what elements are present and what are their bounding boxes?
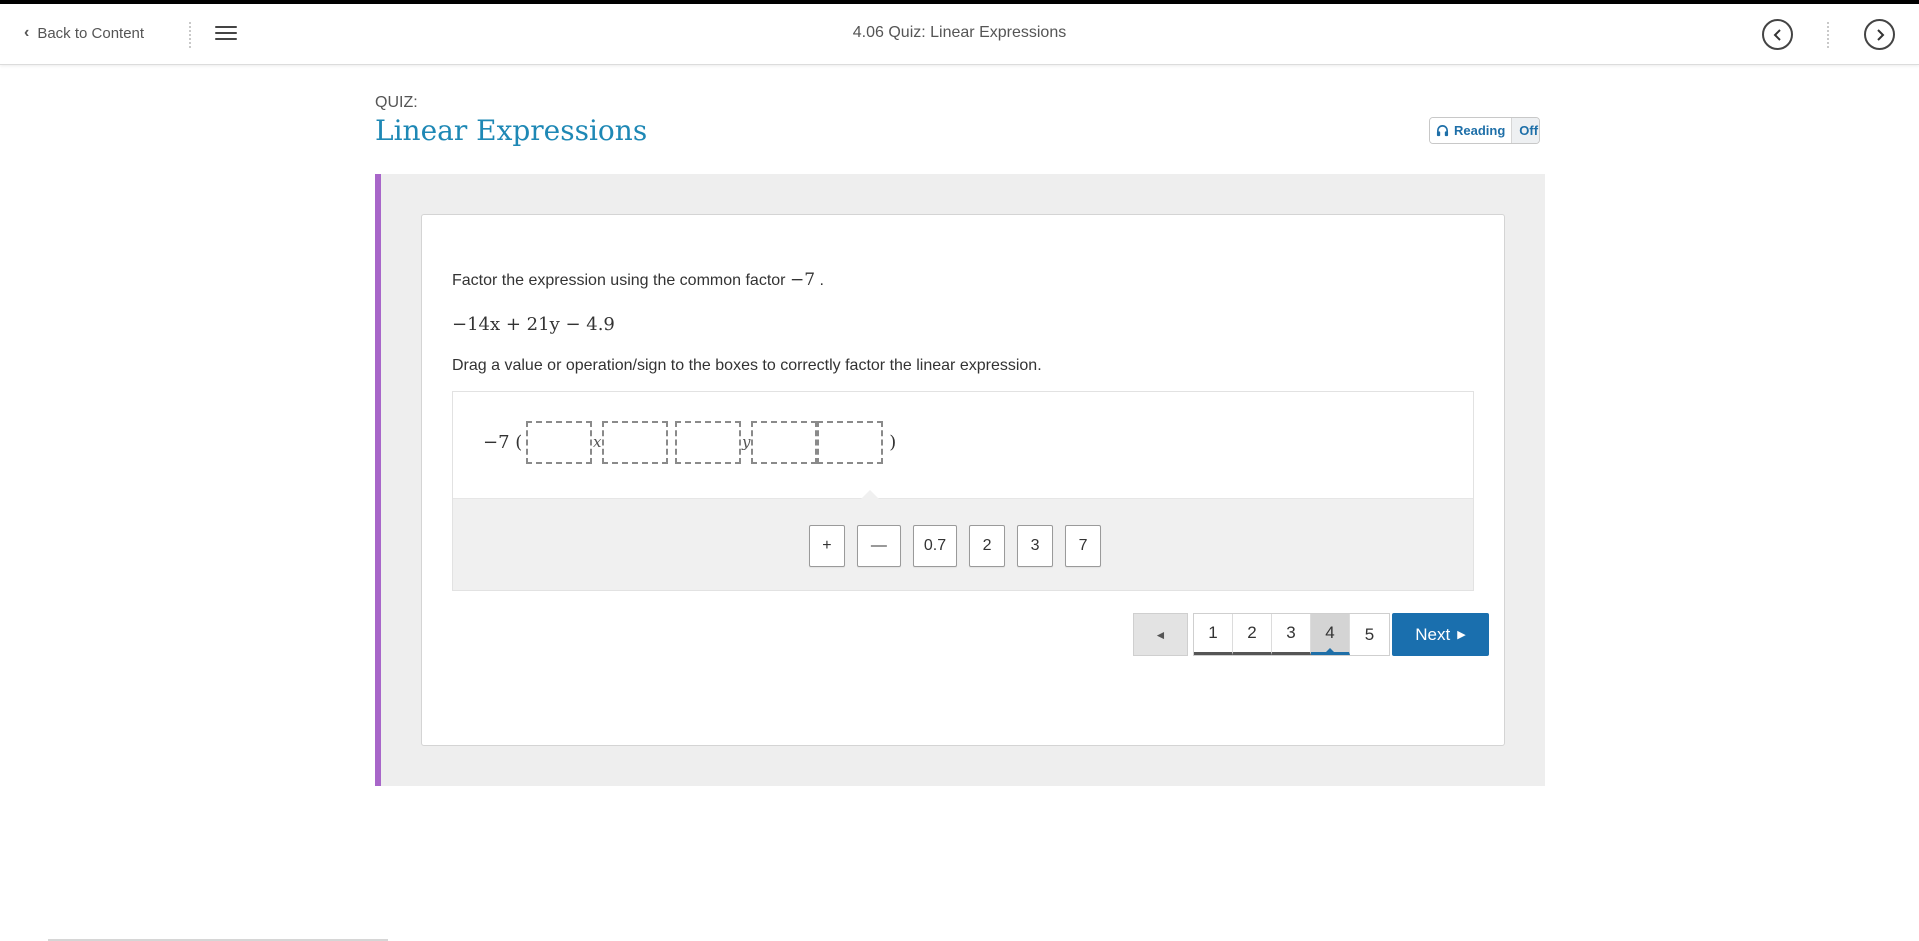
chevron-right-icon bbox=[1876, 28, 1884, 41]
quiz-label: QUIZ: bbox=[375, 94, 418, 111]
question-pagination: 1 2 3 4 5 bbox=[1193, 613, 1390, 656]
page-2-button[interactable]: 2 bbox=[1233, 614, 1272, 655]
page-5-button[interactable]: 5 bbox=[1350, 614, 1389, 655]
chevron-left-icon: ‹ bbox=[24, 24, 30, 41]
previous-question-button[interactable]: ◄ bbox=[1133, 613, 1188, 656]
drop-box-3[interactable] bbox=[675, 420, 742, 464]
tile-plus[interactable]: + bbox=[808, 525, 845, 567]
variable-x: x bbox=[593, 433, 602, 451]
divider bbox=[189, 22, 191, 48]
tile-0-7[interactable]: 0.7 bbox=[912, 525, 958, 567]
question-prompt: Factor the expression using the common f… bbox=[452, 270, 824, 290]
next-question-button[interactable]: Next ▶ bbox=[1392, 613, 1489, 656]
page-3-button[interactable]: 3 bbox=[1272, 614, 1311, 655]
prompt-end: . bbox=[819, 272, 824, 289]
back-to-content-link[interactable]: ‹ Back to Content bbox=[24, 24, 144, 42]
next-label: Next bbox=[1415, 624, 1451, 644]
answer-expression: −7 ( x y ) bbox=[483, 420, 896, 464]
drop-box-5[interactable] bbox=[817, 420, 884, 464]
prompt-text: Factor the expression using the common f… bbox=[452, 272, 786, 289]
tile-2[interactable]: 2 bbox=[969, 525, 1006, 567]
drop-box-1[interactable] bbox=[526, 420, 593, 464]
play-icon: ▶ bbox=[1457, 629, 1466, 641]
tile-bank: + — 0.7 2 3 7 bbox=[453, 490, 1473, 590]
reading-toggle[interactable]: Reading Off bbox=[1429, 117, 1540, 144]
reading-label-wrap: Reading bbox=[1430, 118, 1512, 143]
answer-suffix: ) bbox=[889, 431, 897, 453]
reading-state: Off bbox=[1511, 118, 1539, 143]
tile-list: + — 0.7 2 3 7 bbox=[453, 525, 1473, 567]
tile-7[interactable]: 7 bbox=[1065, 525, 1102, 567]
tile-3[interactable]: 3 bbox=[1017, 525, 1054, 567]
headphones-icon bbox=[1436, 125, 1449, 137]
menu-icon[interactable] bbox=[215, 26, 237, 44]
quiz-title: Linear Expressions bbox=[375, 114, 648, 147]
page-title: 4.06 Quiz: Linear Expressions bbox=[852, 24, 1067, 41]
page-4-button[interactable]: 4 bbox=[1311, 614, 1350, 655]
reading-label: Reading bbox=[1454, 123, 1506, 138]
answer-area: −7 ( x y ) bbox=[453, 392, 1473, 498]
question-instructions: Drag a value or operation/sign to the bo… bbox=[452, 357, 1042, 374]
previous-page-button[interactable] bbox=[1762, 19, 1793, 50]
page-1-button[interactable]: 1 bbox=[1194, 614, 1233, 655]
drop-box-4[interactable] bbox=[751, 420, 818, 464]
answer-prefix: −7 ( bbox=[483, 431, 523, 453]
chevron-left-icon bbox=[1773, 28, 1781, 41]
tile-bank-pointer bbox=[861, 490, 879, 499]
tile-minus[interactable]: — bbox=[856, 525, 901, 567]
back-to-content-label: Back to Content bbox=[37, 24, 145, 42]
divider bbox=[1827, 22, 1829, 48]
top-bar: ‹ Back to Content 4.06 Quiz: Linear Expr… bbox=[0, 4, 1919, 65]
next-page-button[interactable] bbox=[1864, 19, 1895, 50]
common-factor: −7 bbox=[789, 270, 816, 290]
variable-y: y bbox=[742, 433, 751, 451]
drop-box-2[interactable] bbox=[602, 420, 669, 464]
question-expression: −14x + 21y − 4.9 bbox=[452, 314, 615, 335]
drag-drop-area: −7 ( x y ) + — 0.7 2 3 7 bbox=[452, 391, 1474, 591]
